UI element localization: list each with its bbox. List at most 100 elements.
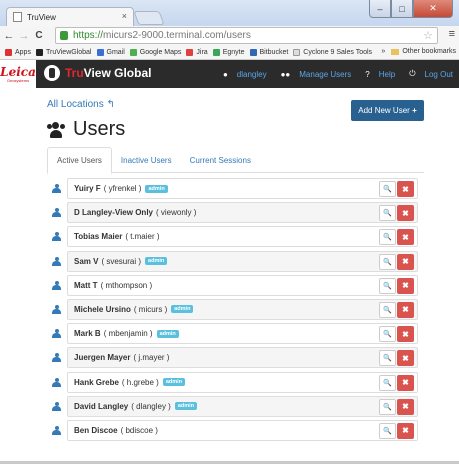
current-user-link[interactable]: ● dlangley <box>216 69 267 79</box>
forward-button[interactable]: → <box>18 30 30 42</box>
key-icon[interactable]: 🔍 <box>379 181 396 197</box>
user-login: ( dlangley ) <box>131 401 171 411</box>
delete-user-button[interactable]: ✖ <box>397 205 414 222</box>
user-name: D Langley-View Only <box>74 208 153 218</box>
manage-users-link[interactable]: ●● Manage Users <box>274 69 352 79</box>
tab-current-sessions[interactable]: Current Sessions <box>181 147 260 173</box>
other-bookmarks[interactable]: Other bookmarks <box>402 48 456 55</box>
user-row[interactable]: Hank Grebe( h.grebe ) admin 🔍 ✖ <box>67 371 418 393</box>
delete-user-button[interactable]: ✖ <box>397 422 414 439</box>
back-button[interactable]: ← <box>3 30 15 42</box>
bookmark-apps[interactable]: Apps <box>5 48 31 56</box>
delete-user-button[interactable]: ✖ <box>397 326 414 343</box>
all-locations-link[interactable]: All Locations ↰ <box>47 99 115 110</box>
top-links: ● dlangley ●● Manage Users ? Help ⏻ Log Out <box>209 69 453 79</box>
delete-user-button[interactable]: ✖ <box>397 277 414 294</box>
delete-user-button[interactable]: ✖ <box>397 398 414 415</box>
bookmark-bitbucket[interactable]: Bitbucket <box>249 48 288 56</box>
bookmark-gmail[interactable]: Gmail <box>96 48 125 56</box>
delete-user-button[interactable]: ✖ <box>397 350 414 367</box>
user-login: ( yfrenkel ) <box>103 184 142 193</box>
window-controls: – □ ✕ <box>369 0 453 18</box>
user-icon <box>52 280 61 291</box>
egnyte-icon <box>212 48 220 56</box>
user-icon <box>52 401 61 412</box>
list-item: Matt T( mthompson ) 🔍 ✖ <box>47 274 424 298</box>
user-row[interactable]: Yuiry F( yfrenkel ) admin 🔍 ✖ <box>67 178 418 199</box>
list-item: Tobias Maier( t.maier ) 🔍 ✖ <box>47 225 424 249</box>
user-name: Matt T <box>74 280 98 290</box>
user-row[interactable]: Tobias Maier( t.maier ) 🔍 ✖ <box>67 226 418 248</box>
jira-icon <box>186 48 194 56</box>
key-icon[interactable]: 🔍 <box>379 229 396 246</box>
new-tab-button[interactable] <box>133 11 165 25</box>
delete-user-button[interactable]: ✖ <box>397 229 414 246</box>
user-icon <box>52 425 61 436</box>
key-icon[interactable]: 🔍 <box>379 277 396 294</box>
address-bar[interactable]: https:// micurs2-9000.terminal.com/users… <box>55 27 438 44</box>
key-icon[interactable]: 🔍 <box>379 350 396 367</box>
user-row[interactable]: Matt T( mthompson ) 🔍 ✖ <box>67 274 418 296</box>
bookmarks-overflow-icon[interactable]: » <box>381 48 385 55</box>
brand[interactable]: Tru View Global <box>44 65 151 81</box>
bookmarks-right: » Other bookmarks <box>381 48 456 55</box>
user-login: ( bdiscoe ) <box>120 425 158 435</box>
list-item: Mark B( mbenjamin ) admin 🔍 ✖ <box>47 322 424 346</box>
user-login: ( j.mayer ) <box>133 353 170 363</box>
folder-icon <box>391 48 400 55</box>
bookmarks-bar: Apps TruViewGlobal Gmail Google Maps Jir… <box>0 45 459 60</box>
delete-user-button[interactable]: ✖ <box>397 181 414 197</box>
address-row: ← → C https:// micurs2-9000.terminal.com… <box>0 26 459 45</box>
bookmark-star-icon[interactable]: ☆ <box>423 29 433 42</box>
bookmark-jira[interactable]: Jira <box>186 48 208 56</box>
list-item: D Langley-View Only( viewonly ) 🔍 ✖ <box>47 201 424 225</box>
key-icon[interactable]: 🔍 <box>379 253 396 270</box>
bookmark-truviewglobal[interactable]: TruViewGlobal <box>35 48 92 56</box>
logout-link[interactable]: ⏻ Log Out <box>402 69 453 79</box>
admin-badge: admin <box>145 184 168 193</box>
leica-logo: Leica Geosystems <box>0 60 36 88</box>
key-icon[interactable]: 🔍 <box>379 205 396 222</box>
tab-close-icon[interactable]: × <box>122 11 127 21</box>
bookmark-google-maps[interactable]: Google Maps <box>129 48 181 56</box>
key-icon[interactable]: 🔍 <box>379 301 396 318</box>
user-login: ( micurs ) <box>133 304 168 314</box>
bookmark-cyclone[interactable]: Cyclone 9 Sales Tools <box>293 48 372 56</box>
add-new-user-button[interactable]: Add New User + <box>351 100 424 121</box>
user-icon <box>52 256 61 267</box>
user-row[interactable]: D Langley-View Only( viewonly ) 🔍 ✖ <box>67 202 418 224</box>
maps-icon <box>129 48 137 56</box>
key-icon[interactable]: 🔍 <box>379 422 396 439</box>
admin-badge: admin <box>162 378 186 386</box>
delete-user-button[interactable]: ✖ <box>397 253 414 270</box>
reload-button[interactable]: C <box>33 30 45 41</box>
user-row[interactable]: Sam V( svesurai ) admin 🔍 ✖ <box>67 250 418 272</box>
bookmark-egnyte[interactable]: Egnyte <box>212 48 245 56</box>
maximize-button[interactable]: □ <box>391 0 413 18</box>
minimize-button[interactable]: – <box>369 0 391 18</box>
user-row[interactable]: Ben Discoe( bdiscoe ) 🔍 ✖ <box>67 419 418 441</box>
browser-menu-icon[interactable]: ≡ <box>449 28 455 40</box>
page-title: Users <box>47 118 125 141</box>
tab-active-users[interactable]: Active Users <box>47 147 112 174</box>
brand-tru: Tru <box>65 66 84 80</box>
help-link[interactable]: ? Help <box>358 69 395 79</box>
list-item: David Langley( dlangley ) admin 🔍 ✖ <box>47 395 424 419</box>
bitbucket-icon <box>249 48 257 56</box>
delete-user-button[interactable]: ✖ <box>397 301 414 318</box>
browser-tab[interactable]: TruView × <box>6 7 134 26</box>
admin-badge: admin <box>171 305 194 314</box>
user-name: David Langley <box>74 401 129 411</box>
user-row[interactable]: Michele Ursino( micurs ) admin 🔍 ✖ <box>67 298 418 320</box>
user-name: Sam V <box>74 256 99 266</box>
key-icon[interactable]: 🔍 <box>379 326 396 343</box>
user-row[interactable]: Mark B( mbenjamin ) admin 🔍 ✖ <box>67 323 418 345</box>
delete-user-button[interactable]: ✖ <box>397 374 414 391</box>
user-icon: ● <box>222 69 228 79</box>
close-window-button[interactable]: ✕ <box>413 0 453 18</box>
key-icon[interactable]: 🔍 <box>379 398 396 415</box>
key-icon[interactable]: 🔍 <box>379 374 396 391</box>
user-row[interactable]: Juergen Mayer( j.mayer ) 🔍 ✖ <box>67 347 418 369</box>
user-row[interactable]: David Langley( dlangley ) admin 🔍 ✖ <box>67 395 418 417</box>
tab-inactive-users[interactable]: Inactive Users <box>112 147 181 173</box>
